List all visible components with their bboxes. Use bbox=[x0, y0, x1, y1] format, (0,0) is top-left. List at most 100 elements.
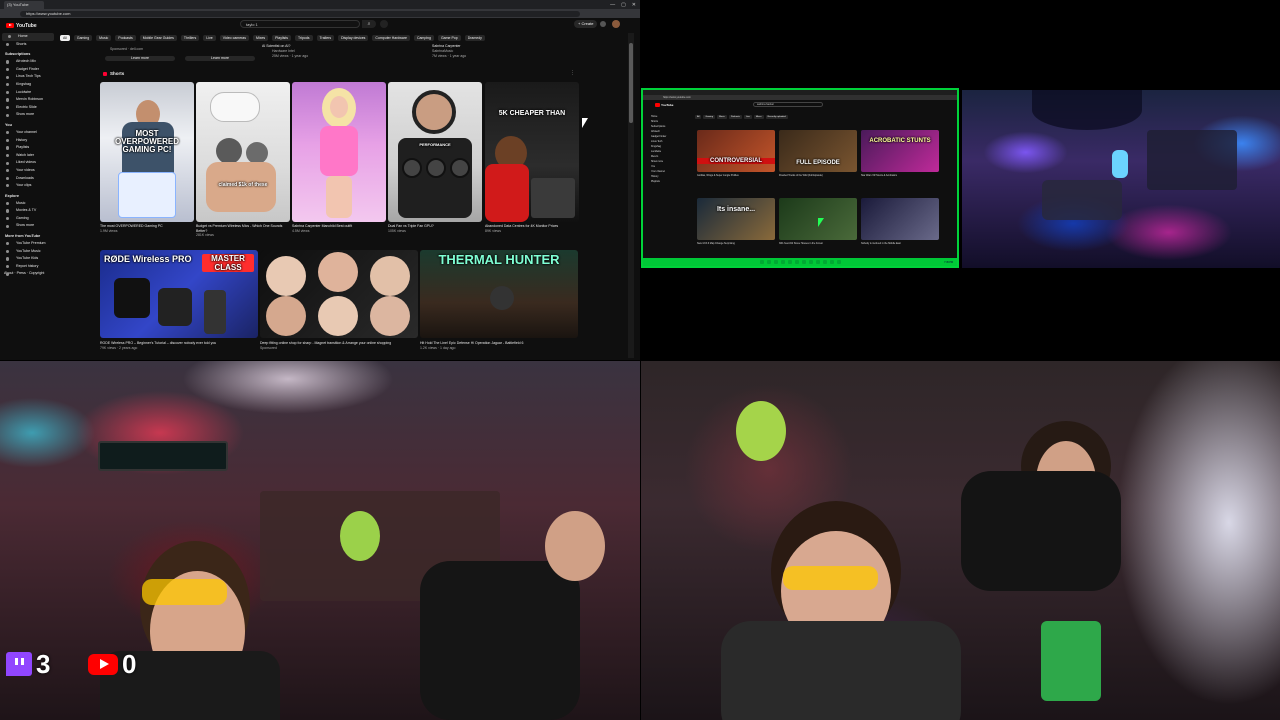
chip[interactable]: Live bbox=[203, 35, 216, 41]
video-thumbnail[interactable]: ACROBATIC STUNTS bbox=[861, 130, 939, 172]
chip[interactable]: Thrillers bbox=[180, 35, 200, 41]
chip[interactable]: Podcasts bbox=[115, 35, 136, 41]
short-card[interactable]: claimed $1k of these bbox=[196, 82, 290, 222]
youtube-logo[interactable]: YouTube bbox=[655, 103, 673, 107]
learn-more-button[interactable]: Learn more bbox=[185, 56, 255, 61]
chip[interactable]: Mixes bbox=[253, 35, 269, 41]
sidebar-subscription[interactable]: Kingshag bbox=[0, 81, 56, 89]
search-input[interactable]: taylo 1 bbox=[240, 20, 360, 28]
video-thumbnail[interactable]: RØDE Wireless PRO MASTER CLASS bbox=[100, 250, 258, 338]
search-icon[interactable]: ⌕ bbox=[362, 20, 376, 28]
chip[interactable]: Computer Hardware bbox=[372, 35, 410, 41]
sidebar-item-movies[interactable]: Movies & TV bbox=[0, 207, 56, 215]
video-thumbnail[interactable]: FULL EPISODE bbox=[779, 130, 857, 172]
short-card[interactable] bbox=[292, 82, 386, 222]
chip[interactable]: All bbox=[695, 115, 702, 119]
sidebar-item-home[interactable]: Home bbox=[2, 33, 54, 41]
url-field[interactable]: https://www.youtube.com bbox=[643, 95, 957, 100]
taskbar-app-icon[interactable] bbox=[822, 260, 827, 264]
start-icon[interactable] bbox=[759, 260, 764, 264]
taskbar-app-icon[interactable] bbox=[794, 260, 799, 264]
short-card[interactable]: 5K CHEAPER THAN bbox=[485, 82, 579, 222]
minimize-button[interactable]: — bbox=[610, 2, 615, 8]
close-button[interactable]: ✕ bbox=[632, 2, 636, 8]
sidebar-item-your-videos[interactable]: Your videos bbox=[0, 167, 56, 175]
sidebar-footer-links[interactable]: About · Press · Copyright bbox=[0, 270, 56, 278]
sidebar-item-your-channel[interactable]: Your channel bbox=[0, 129, 56, 137]
sidebar-show-more[interactable]: Show more bbox=[0, 222, 56, 230]
video-title[interactable]: Flooded Tracks of the Wild (Full Episode… bbox=[779, 174, 859, 177]
maximize-button[interactable]: ▢ bbox=[621, 2, 626, 8]
sidebar-subscription[interactable]: Electric Slide bbox=[0, 104, 56, 112]
sidebar-item[interactable]: Playlists bbox=[643, 179, 691, 184]
chip[interactable]: Mobile Gear Guides bbox=[139, 35, 177, 41]
channel-name[interactable]: SabrinaMusic bbox=[432, 49, 453, 53]
taskbar-app-icon[interactable] bbox=[801, 260, 806, 264]
chip-all[interactable]: All bbox=[60, 35, 70, 41]
learn-more-button[interactable]: Learn more bbox=[105, 56, 175, 61]
chip[interactable]: Video cameras bbox=[219, 35, 250, 41]
sidebar-item-liked-videos[interactable]: Liked videos bbox=[0, 159, 56, 167]
browser-tab[interactable]: (3) YouTube bbox=[4, 0, 44, 9]
sidebar-subscription[interactable]: Linus Tech Tips bbox=[0, 73, 56, 81]
chip[interactable]: Recently uploaded bbox=[765, 115, 788, 119]
taskbar-app-icon[interactable] bbox=[836, 260, 841, 264]
chip[interactable]: Music bbox=[717, 115, 727, 119]
sidebar-section-subscriptions[interactable]: Subscriptions bbox=[0, 51, 56, 58]
sidebar-item-downloads[interactable]: Downloads bbox=[0, 175, 56, 183]
video-title[interactable]: Star Wars VR Stunts & Acrobatics bbox=[861, 174, 941, 177]
taskbar-app-icon[interactable] bbox=[780, 260, 785, 264]
video-title[interactable]: Nobody is involved in the Middle East bbox=[861, 242, 941, 245]
more-options-icon[interactable]: ⋮ bbox=[570, 70, 575, 76]
sidebar-item-your-clips[interactable]: Your clips bbox=[0, 182, 56, 190]
video-title[interactable]: 300-Year-Old Stone Houses in the Forest bbox=[779, 242, 859, 245]
sidebar-subscription[interactable]: Afrotech Mix bbox=[0, 58, 56, 66]
sidebar-item-playlists[interactable]: Playlists bbox=[0, 144, 56, 152]
chip[interactable]: Tripods bbox=[295, 35, 313, 41]
page-scrollbar[interactable] bbox=[628, 33, 634, 358]
taskbar-app-icon[interactable] bbox=[787, 260, 792, 264]
avatar[interactable] bbox=[612, 20, 620, 28]
video-thumbnail[interactable] bbox=[260, 250, 418, 338]
scrollbar-thumb[interactable] bbox=[629, 43, 633, 123]
sidebar-subscription[interactable]: Gadget Finder bbox=[0, 66, 56, 74]
taskbar-app-icon[interactable] bbox=[829, 260, 834, 264]
chip[interactable]: Trailers bbox=[316, 35, 335, 41]
chip[interactable]: Game Pop bbox=[437, 35, 461, 41]
sidebar-show-more[interactable]: Show more bbox=[0, 111, 56, 119]
video-title[interactable]: Gorillas, Wings & Super Jungle Profiles bbox=[697, 174, 777, 177]
sidebar-subscription[interactable]: Lucidwire bbox=[0, 89, 56, 97]
taskbar-app-icon[interactable] bbox=[766, 260, 771, 264]
short-title[interactable]: Budget vs Premium Wireless Mics - Which … bbox=[196, 224, 290, 233]
sidebar-item-shorts[interactable]: Shorts bbox=[0, 41, 56, 49]
chip[interactable]: Live bbox=[743, 115, 752, 119]
video-title[interactable]: AI Scientist on AI? bbox=[262, 44, 290, 48]
chip[interactable]: Gaming bbox=[73, 35, 93, 41]
short-card[interactable]: PERFORMANCE bbox=[388, 82, 482, 222]
sidebar-item-premium[interactable]: YouTube Premium bbox=[0, 240, 56, 248]
mic-icon[interactable] bbox=[380, 20, 388, 28]
short-card[interactable]: MOST OVERPOWERED GAMING PC! bbox=[100, 82, 194, 222]
sidebar-item-history[interactable]: History bbox=[0, 137, 56, 145]
sidebar-item-watch-later[interactable]: Watch later bbox=[0, 152, 56, 160]
taskbar-app-icon[interactable] bbox=[808, 260, 813, 264]
video-title[interactable]: Sabrina Carpenter bbox=[432, 44, 461, 48]
create-button[interactable]: + Create bbox=[574, 20, 598, 28]
chip[interactable]: Music bbox=[96, 35, 112, 41]
sidebar-item-report-history[interactable]: Report history bbox=[0, 263, 56, 271]
video-thumbnail[interactable]: THERMAL HUNTER bbox=[420, 250, 578, 338]
video-title[interactable]: New GTA 6 Map Change Surprising bbox=[697, 242, 777, 245]
video-thumbnail[interactable]: Its insane... bbox=[697, 198, 775, 240]
sidebar-item-yt-music[interactable]: YouTube Music bbox=[0, 248, 56, 256]
sidebar-item-gaming[interactable]: Gaming bbox=[0, 215, 56, 223]
sidebar-section-you[interactable]: You bbox=[0, 122, 56, 129]
chip[interactable]: Display devices bbox=[338, 35, 369, 41]
taskbar-app-icon[interactable] bbox=[773, 260, 778, 264]
youtube-logo[interactable]: YouTube bbox=[6, 23, 37, 29]
video-thumbnail[interactable] bbox=[861, 198, 939, 240]
video-thumbnail[interactable]: CONTROVERSIAL bbox=[697, 130, 775, 172]
search-input[interactable]: sabrina hacker bbox=[753, 102, 823, 107]
bell-icon[interactable] bbox=[600, 21, 606, 27]
sidebar-subscription[interactable]: Mervin Robinson bbox=[0, 96, 56, 104]
url-field[interactable]: https://www.youtube.com bbox=[20, 10, 580, 17]
